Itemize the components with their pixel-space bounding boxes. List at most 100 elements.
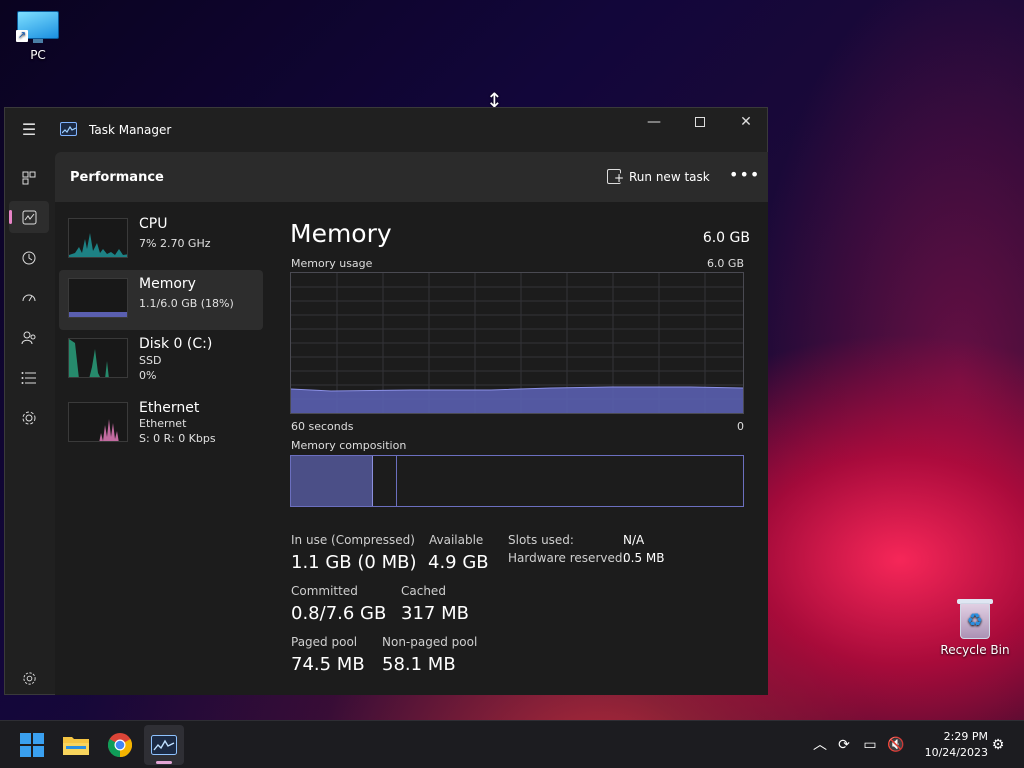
app-history-icon (22, 251, 36, 264)
stat-committed-value: 0.8/7.6 GB (291, 603, 387, 624)
resource-item-ethernet[interactable]: Ethernet Ethernet S: 0 R: 0 Kbps (59, 394, 263, 454)
taskbar-chrome[interactable] (100, 725, 140, 765)
performance-content: Performance Run new task ••• CPU 7% 2.70… (55, 152, 768, 695)
stat-cached-value: 317 MB (401, 603, 469, 624)
performance-header: Performance Run new task ••• (55, 152, 768, 202)
resource-subtext: SSD (139, 354, 162, 367)
memory-usage-label: Memory usage (291, 257, 373, 270)
time-axis-left: 60 seconds (291, 420, 354, 433)
nav-startup-apps[interactable] (9, 281, 49, 313)
show-hidden-icons-chevron-icon[interactable]: ︿ (810, 735, 830, 755)
resource-name: Disk 0 (C:) (139, 336, 213, 352)
system-clock[interactable]: 2:29 PM 10/24/2023 (914, 729, 988, 761)
network-icon[interactable]: ▭ (860, 735, 880, 755)
clock-date: 10/24/2023 (924, 746, 988, 759)
run-new-task-label: Run new task (629, 170, 710, 184)
maximize-button[interactable] (677, 108, 723, 138)
desktop-icon-pc[interactable]: ↗ PC (3, 10, 73, 62)
close-button[interactable]: ✕ (723, 108, 769, 138)
memory-usage-max: 6.0 GB (706, 257, 744, 270)
stat-committed-label: Committed (291, 584, 358, 598)
memory-usage-graph (290, 272, 744, 414)
resource-name: Ethernet (139, 400, 200, 416)
resource-name: Memory (139, 276, 196, 292)
resource-name: CPU (139, 216, 168, 232)
recycle-bin-icon: ♻ (957, 597, 993, 639)
resource-item-cpu[interactable]: CPU 7% 2.70 GHz (59, 210, 263, 270)
nav-services[interactable] (9, 401, 49, 433)
nav-details[interactable] (9, 361, 49, 393)
volume-muted-icon[interactable]: 🔇 (886, 735, 906, 755)
minimize-button[interactable]: — (631, 108, 677, 138)
resource-subtext: 7% 2.70 GHz (139, 237, 211, 250)
nav-rail (5, 152, 53, 696)
slots-used-value: N/A (623, 533, 645, 547)
taskbar-file-explorer[interactable] (56, 725, 96, 765)
title-bar[interactable]: ☰ Task Manager — ✕ (5, 108, 769, 152)
resource-item-disk[interactable]: Disk 0 (C:) SSD 0% (59, 330, 263, 390)
disk-thumbnail-graph (68, 338, 128, 378)
resource-subtext: S: 0 R: 0 Kbps (139, 432, 216, 445)
maximize-icon (695, 117, 705, 127)
start-button[interactable] (12, 725, 52, 765)
folder-icon (63, 737, 89, 755)
close-icon: ✕ (740, 114, 752, 130)
cpu-thumbnail-graph (68, 218, 128, 258)
nav-settings[interactable] (9, 662, 49, 694)
window-title: Task Manager (89, 123, 172, 137)
stat-nonpaged-pool-label: Non-paged pool (382, 635, 478, 649)
hardware-reserved-value: 0.5 MB (623, 551, 665, 565)
hamburger-icon[interactable]: ☰ (19, 120, 39, 140)
composition-in-use (291, 456, 373, 506)
stat-paged-pool-label: Paged pool (291, 635, 358, 649)
resource-subtext: 1.1/6.0 GB (18%) (139, 297, 234, 310)
details-icon (21, 371, 36, 384)
ethernet-thumbnail-fill (99, 419, 119, 441)
run-new-task-button[interactable]: Run new task (605, 166, 710, 188)
more-options-button[interactable]: ••• (729, 165, 759, 189)
monitor-icon: ↗ (16, 10, 60, 44)
nav-users[interactable] (9, 321, 49, 353)
memory-total: 6.0 GB (702, 230, 750, 246)
nav-performance[interactable] (9, 201, 49, 233)
services-icon (22, 411, 36, 424)
notifications-icon[interactable]: ⚙ (988, 735, 1008, 755)
run-task-icon (607, 169, 624, 184)
windows-start-icon (20, 733, 44, 757)
task-manager-app-icon (60, 122, 77, 136)
stat-available-value: 4.9 GB (428, 552, 489, 573)
more-icon: ••• (729, 165, 761, 184)
cpu-thumbnail-fill (69, 233, 127, 257)
stat-in-use-label: In use (Compressed) (291, 533, 415, 547)
hardware-reserved-label: Hardware reserved: (508, 551, 627, 565)
users-icon (21, 331, 36, 344)
memory-thumbnail-graph (68, 278, 128, 318)
chrome-icon (108, 733, 132, 757)
memory-thumbnail-fill (69, 312, 127, 317)
task-manager-icon (151, 735, 177, 755)
taskbar-task-manager[interactable] (144, 725, 184, 765)
page-title: Performance (70, 170, 164, 185)
processes-icon (22, 171, 36, 184)
desktop-icon-recycle-bin[interactable]: ♻ Recycle Bin (940, 597, 1010, 657)
nav-processes[interactable] (9, 161, 49, 193)
performance-icon (22, 210, 36, 225)
resource-subtext: Ethernet (139, 417, 187, 430)
resource-subtext: 0% (139, 369, 157, 382)
resource-item-memory[interactable]: Memory 1.1/6.0 GB (18%) (59, 270, 263, 330)
startup-icon (22, 294, 36, 301)
nav-app-history[interactable] (9, 241, 49, 273)
memory-composition-bar[interactable] (290, 455, 744, 507)
composition-modified (373, 456, 397, 506)
stat-paged-pool-value: 74.5 MB (291, 654, 365, 675)
sync-icon[interactable]: ⟳ (834, 735, 854, 755)
minimize-icon: — (647, 114, 661, 130)
detail-title: Memory (290, 219, 392, 248)
settings-icon (22, 672, 36, 685)
ethernet-thumbnail-graph (68, 402, 128, 442)
desktop-icon-label: Recycle Bin (940, 643, 1010, 657)
stat-in-use-value: 1.1 GB (0 MB) (291, 552, 417, 573)
memory-composition-label: Memory composition (291, 439, 407, 452)
clock-time: 2:29 PM (943, 730, 988, 743)
taskbar: ︿ ⟳ ▭ 🔇 2:29 PM 10/24/2023 ⚙ (0, 720, 1024, 768)
